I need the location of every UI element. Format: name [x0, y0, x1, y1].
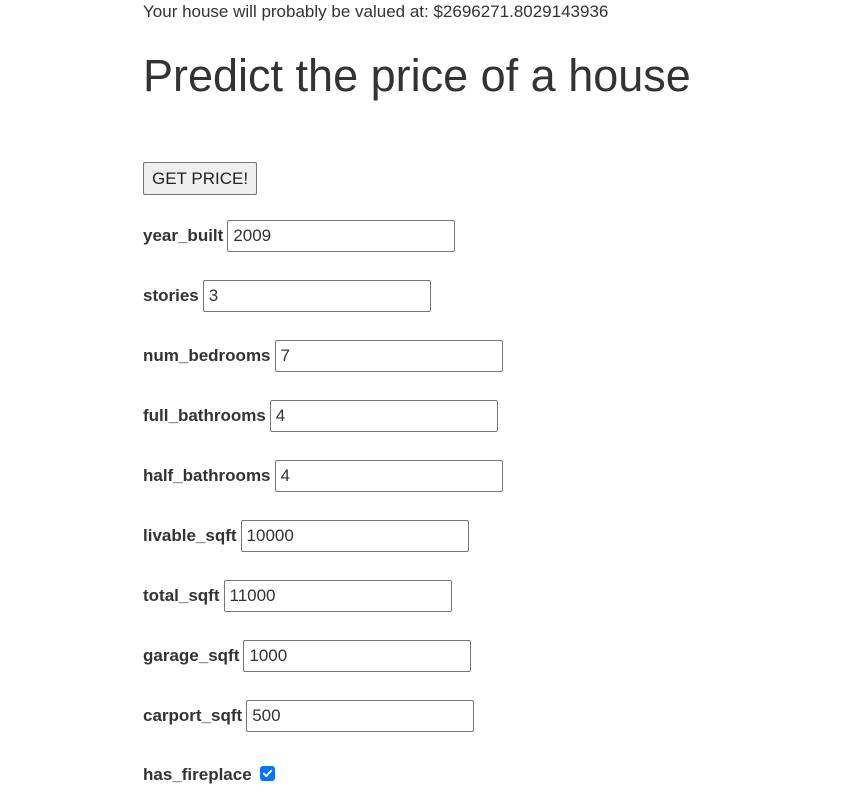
field-total-sqft: total_sqft [143, 580, 452, 612]
field-carport-sqft: carport_sqft [143, 700, 475, 732]
full-bathrooms-input[interactable] [269, 400, 498, 432]
valuation-result: Your house will probably be valued at: $… [143, 2, 609, 21]
field-label: garage_sqft [143, 646, 240, 665]
field-label: half_bathrooms [143, 466, 271, 485]
field-half-bathrooms: half_bathrooms [143, 460, 503, 492]
field-label: carport_sqft [143, 706, 243, 725]
field-full-bathrooms: full_bathrooms [143, 400, 498, 432]
field-label: full_bathrooms [143, 406, 266, 425]
field-label: total_sqft [143, 586, 220, 605]
page: Your house will probably be valued at: $… [0, 0, 843, 801]
stories-input[interactable] [202, 280, 431, 312]
field-has-fireplace: has_fireplace [143, 759, 275, 791]
field-stories: stories [143, 280, 431, 312]
field-label: stories [143, 286, 199, 305]
garage-sqft-input[interactable] [243, 640, 472, 672]
checkmark-icon [262, 769, 272, 777]
get-price-button[interactable]: GET PRICE! [143, 162, 258, 195]
field-year-built: year_built [143, 220, 456, 252]
field-label: year_built [143, 226, 224, 245]
year-built-input[interactable] [227, 220, 456, 252]
page-title: Predict the price of a house [143, 50, 691, 101]
field-num-bedrooms: num_bedrooms [143, 340, 503, 372]
carport-sqft-input[interactable] [246, 700, 475, 732]
field-label: num_bedrooms [143, 346, 271, 365]
total-sqft-input[interactable] [223, 580, 452, 612]
field-label: livable_sqft [143, 526, 237, 545]
field-label: has_fireplace [143, 765, 252, 784]
has-fireplace-checkbox[interactable] [259, 765, 275, 781]
field-livable-sqft: livable_sqft [143, 520, 469, 552]
field-garage-sqft: garage_sqft [143, 640, 472, 672]
livable-sqft-input[interactable] [240, 520, 469, 552]
num-bedrooms-input[interactable] [274, 340, 503, 372]
half-bathrooms-input[interactable] [274, 460, 503, 492]
